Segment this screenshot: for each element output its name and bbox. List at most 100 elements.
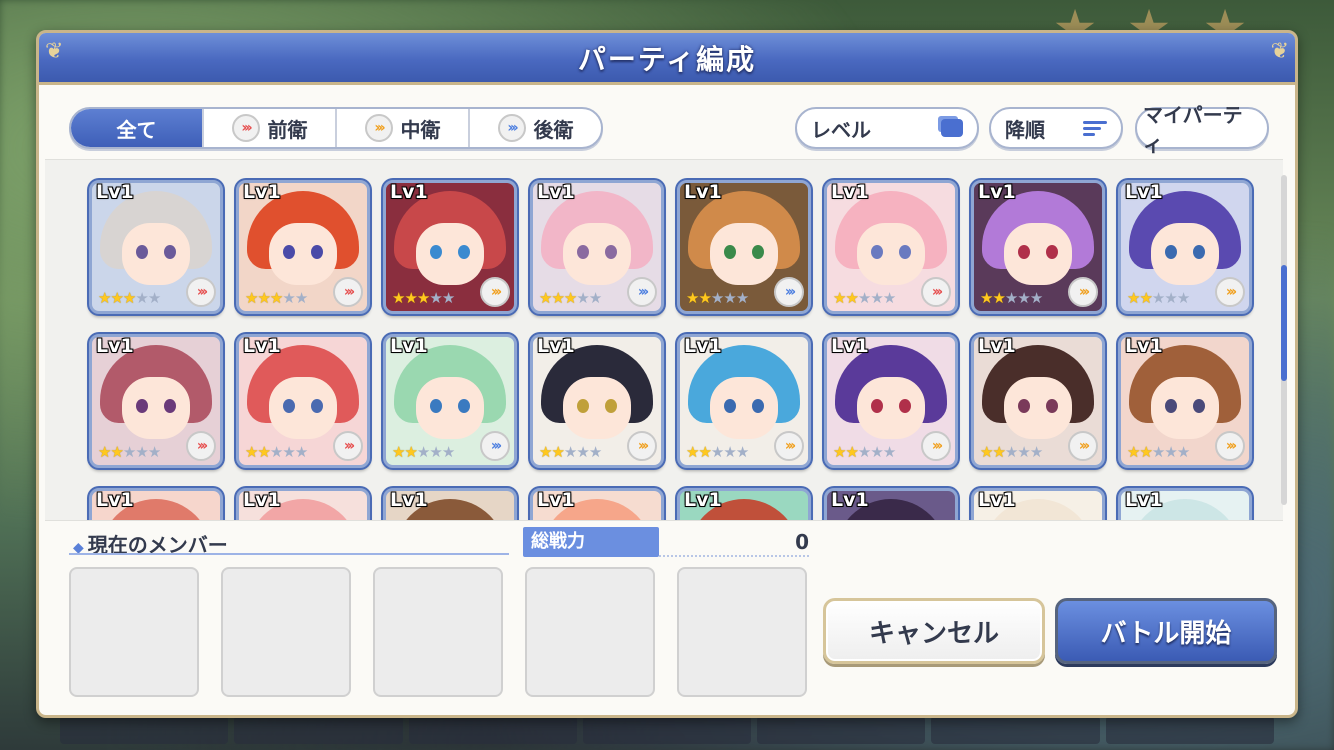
portrait-eye: [871, 245, 883, 259]
character-card[interactable]: Lv1 ★★★★★ ›››: [824, 180, 958, 314]
dialog-title: パーティ編成: [577, 42, 757, 76]
character-card[interactable]: Lv1: [89, 488, 223, 520]
character-card[interactable]: Lv1: [677, 488, 811, 520]
star-icon: ★: [723, 289, 736, 307]
start-battle-button[interactable]: バトル開始: [1055, 598, 1277, 664]
star-icon: ★: [833, 289, 846, 307]
star-icon: ★: [1127, 289, 1140, 307]
character-card[interactable]: Lv1 ★★★★★ ›››: [1118, 180, 1252, 314]
sort-order-button[interactable]: 降順: [989, 107, 1123, 149]
star-icon: ★: [710, 289, 724, 307]
member-slot[interactable]: [373, 567, 503, 697]
portrait-face: [1151, 223, 1219, 285]
character-level: Lv1: [96, 181, 134, 203]
character-card[interactable]: Lv1 ★★★★★ ›››: [383, 334, 517, 468]
character-level: Lv1: [243, 335, 281, 357]
grid-scrollbar[interactable]: [1281, 175, 1287, 505]
divider: [659, 555, 809, 557]
portrait-eye: [1165, 245, 1177, 259]
star-icon: ★: [1151, 289, 1165, 307]
star-icon: ★: [404, 443, 417, 461]
character-card[interactable]: Lv1: [824, 488, 958, 520]
portrait-eye: [899, 399, 911, 413]
star-icon: ★: [98, 289, 111, 307]
scrollbar-thumb[interactable]: [1281, 265, 1287, 381]
member-slot[interactable]: [677, 567, 807, 697]
character-card[interactable]: Lv1 ★★★★★ ›››: [236, 334, 370, 468]
middle-role-icon: ›››: [627, 431, 657, 461]
star-icon: ★: [576, 289, 589, 307]
star-icon: ★: [551, 289, 564, 307]
star-icon: ★: [1164, 443, 1177, 461]
portrait-face: [1151, 377, 1219, 439]
character-card[interactable]: Lv1 ★★★★★ ›››: [824, 334, 958, 468]
character-level: Lv1: [390, 489, 428, 511]
rarity-stars: ★★★★★: [392, 443, 455, 461]
portrait-eye: [311, 399, 323, 413]
portrait-eye: [1018, 399, 1030, 413]
character-card[interactable]: Lv1 ★★★★★ ›››: [971, 334, 1105, 468]
tab-middle[interactable]: ››› 中衛: [337, 109, 470, 147]
character-card[interactable]: Lv1 ★★★★★ ›››: [236, 180, 370, 314]
character-level: Lv1: [684, 181, 722, 203]
star-icon: ★: [857, 289, 871, 307]
character-card[interactable]: Lv1 ★★★★★ ›››: [89, 334, 223, 468]
cancel-button[interactable]: キャンセル: [823, 598, 1045, 664]
portrait-face: [1004, 377, 1072, 439]
star-icon: ★: [870, 443, 883, 461]
character-card[interactable]: Lv1: [383, 488, 517, 520]
portrait-eye: [283, 245, 295, 259]
tab-label: 中衛: [400, 117, 441, 142]
character-card[interactable]: Lv1 ★★★★★ ›››: [677, 334, 811, 468]
character-card[interactable]: Lv1: [530, 488, 664, 520]
sort-key-label: レベル: [811, 117, 871, 142]
member-slot[interactable]: [221, 567, 351, 697]
character-card[interactable]: Lv1 ★★★★★ ›››: [971, 180, 1105, 314]
star-icon: ★: [294, 443, 308, 461]
portrait-face: [122, 377, 190, 439]
star-icon: ★: [857, 443, 871, 461]
front-role-icon: ›››: [186, 277, 216, 307]
character-card[interactable]: Lv1 ★★★★★ ›››: [383, 180, 517, 314]
star-icon: ★: [539, 443, 552, 461]
character-card[interactable]: Lv1 ★★★★★ ›››: [530, 180, 664, 314]
portrait-face: [563, 223, 631, 285]
star-icon: ★: [735, 443, 749, 461]
star-icon: ★: [1176, 289, 1190, 307]
star-icon: ★: [563, 443, 577, 461]
character-level: Lv1: [390, 181, 428, 203]
portrait-face: [857, 223, 925, 285]
portrait-eye: [136, 399, 148, 413]
tab-label: 全て: [116, 117, 157, 142]
my-party-button[interactable]: マイパーティ: [1135, 103, 1269, 156]
character-card[interactable]: Lv1: [236, 488, 370, 520]
character-card[interactable]: Lv1 ★★★★★ ›››: [677, 180, 811, 314]
character-card[interactable]: Lv1 ★★★★★ ›››: [1118, 334, 1252, 468]
character-card[interactable]: Lv1 ★★★★★ ›››: [89, 180, 223, 314]
star-icon: ★: [1139, 289, 1152, 307]
back-role-icon: ›››: [480, 431, 510, 461]
character-card[interactable]: Lv1: [1118, 488, 1252, 520]
sort-key-button[interactable]: レベル: [795, 107, 979, 149]
tab-all[interactable]: 全て: [71, 109, 204, 147]
tab-front[interactable]: ››› 前衛: [204, 109, 337, 147]
star-icon: ★: [282, 443, 295, 461]
character-card[interactable]: Lv1: [971, 488, 1105, 520]
star-icon: ★: [588, 289, 602, 307]
portrait-eye: [283, 399, 295, 413]
role-filter-tabs: 全て ››› 前衛 ››› 中衛 ››› 後衛: [69, 107, 603, 149]
character-card[interactable]: Lv1 ★★★★★ ›››: [530, 334, 664, 468]
member-slot[interactable]: [525, 567, 655, 697]
tab-back[interactable]: ››› 後衛: [470, 109, 601, 147]
star-icon: ★: [698, 289, 711, 307]
star-icon: ★: [1164, 289, 1177, 307]
portrait-eye: [136, 245, 148, 259]
rarity-stars: ★★★★★: [98, 289, 161, 307]
rarity-stars: ★★★★★: [686, 289, 749, 307]
star-icon: ★: [416, 443, 430, 461]
character-level: Lv1: [537, 181, 575, 203]
portrait-eye: [430, 245, 442, 259]
portrait-face: [1004, 223, 1072, 285]
member-slot[interactable]: [69, 567, 199, 697]
middle-role-icon: ›››: [1215, 277, 1245, 307]
